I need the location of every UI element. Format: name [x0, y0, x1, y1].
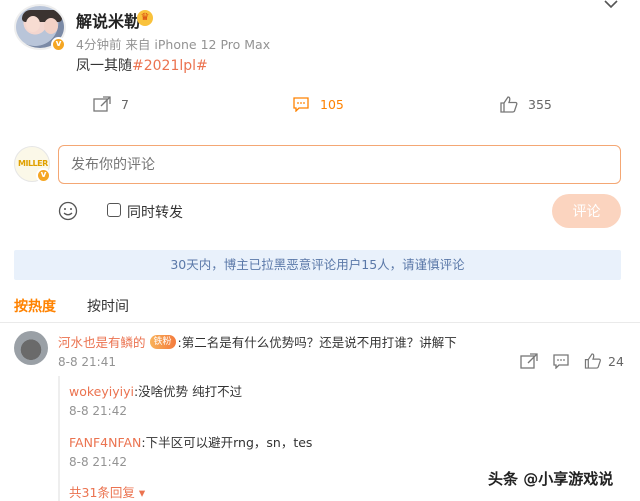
- tab-sort-by-hot[interactable]: 按热度: [14, 296, 56, 316]
- repost-button[interactable]: 7: [93, 96, 129, 112]
- crown-badge-icon: ♛: [137, 10, 153, 26]
- thumbs-up-icon: [500, 96, 518, 113]
- comment-time: 8-8 21:41: [58, 355, 116, 369]
- comment-icon: [293, 97, 309, 112]
- reply-body: :下半区可以避开rng，sn，tes: [141, 435, 313, 450]
- emoji-icon[interactable]: [58, 201, 78, 221]
- tab-sort-by-time[interactable]: 按时间: [87, 296, 129, 316]
- commenter-avatar[interactable]: [14, 331, 48, 365]
- comment-like-count: 24: [608, 353, 624, 369]
- caret-down-icon: ▾: [134, 485, 146, 500]
- comment-body: :第二名是有什么优势吗？还是说不用打谁？讲解下: [177, 335, 457, 350]
- reply-text: FANF4NFAN:下半区可以避开rng，sn，tes: [69, 432, 312, 451]
- reply-time: 8-8 21:42: [69, 404, 127, 418]
- more-replies-link[interactable]: 共31条回复 ▾: [69, 482, 145, 501]
- comment-input[interactable]: [58, 145, 621, 184]
- repost-checkbox-label[interactable]: 同时转发: [127, 202, 183, 222]
- comment-actions: 24: [520, 353, 624, 369]
- post-text: 凤一其随#2021lpl#: [76, 55, 208, 75]
- fan-badge: 铁粉: [149, 334, 176, 349]
- author-name[interactable]: 解说米勒: [76, 8, 140, 32]
- reply-thread-bar: [58, 376, 60, 501]
- comment-text: 河水也是有鳞的 铁粉 :第二名是有什么优势吗？还是说不用打谁？讲解下: [58, 332, 457, 351]
- comment-count: 105: [320, 96, 344, 112]
- like-count: 355: [528, 97, 552, 112]
- post-body: 凤一其随: [76, 58, 132, 74]
- reply-username[interactable]: wokeyiyiyi: [69, 384, 134, 399]
- chevron-down-icon[interactable]: [604, 0, 618, 10]
- repost-icon: [93, 96, 111, 112]
- repost-count: 7: [121, 96, 129, 112]
- reply-body: :没啥优势 纯打不过: [133, 384, 243, 399]
- reply-time: 8-8 21:42: [69, 455, 127, 469]
- repost-icon[interactable]: [520, 353, 538, 369]
- reply-text: wokeyiyiyi:没啥优势 纯打不过: [69, 381, 242, 400]
- post-meta: 4分钟前 来自 iPhone 12 Pro Max: [76, 37, 271, 52]
- more-replies-label: 共31条回复: [69, 485, 135, 500]
- verified-badge-icon: v: [51, 37, 66, 52]
- like-button[interactable]: 355: [500, 96, 552, 113]
- commenter-name[interactable]: 河水也是有鳞的: [58, 332, 146, 351]
- watermark: 头条 @小享游戏说: [488, 470, 614, 488]
- thumbs-up-icon[interactable]: [584, 353, 602, 369]
- comment-button[interactable]: 105: [292, 96, 344, 112]
- block-notice: 30天内，博主已拉黑恶意评论用户15人，请谨慎评论: [14, 250, 621, 280]
- verified-badge-icon: v: [36, 168, 51, 183]
- post-hashtag[interactable]: #2021lpl#: [132, 58, 208, 74]
- submit-comment-button[interactable]: 评论: [552, 194, 621, 228]
- divider: [0, 322, 640, 323]
- comment-icon[interactable]: [552, 353, 570, 369]
- repost-checkbox[interactable]: [107, 203, 121, 217]
- reply-username[interactable]: FANF4NFAN: [69, 435, 141, 450]
